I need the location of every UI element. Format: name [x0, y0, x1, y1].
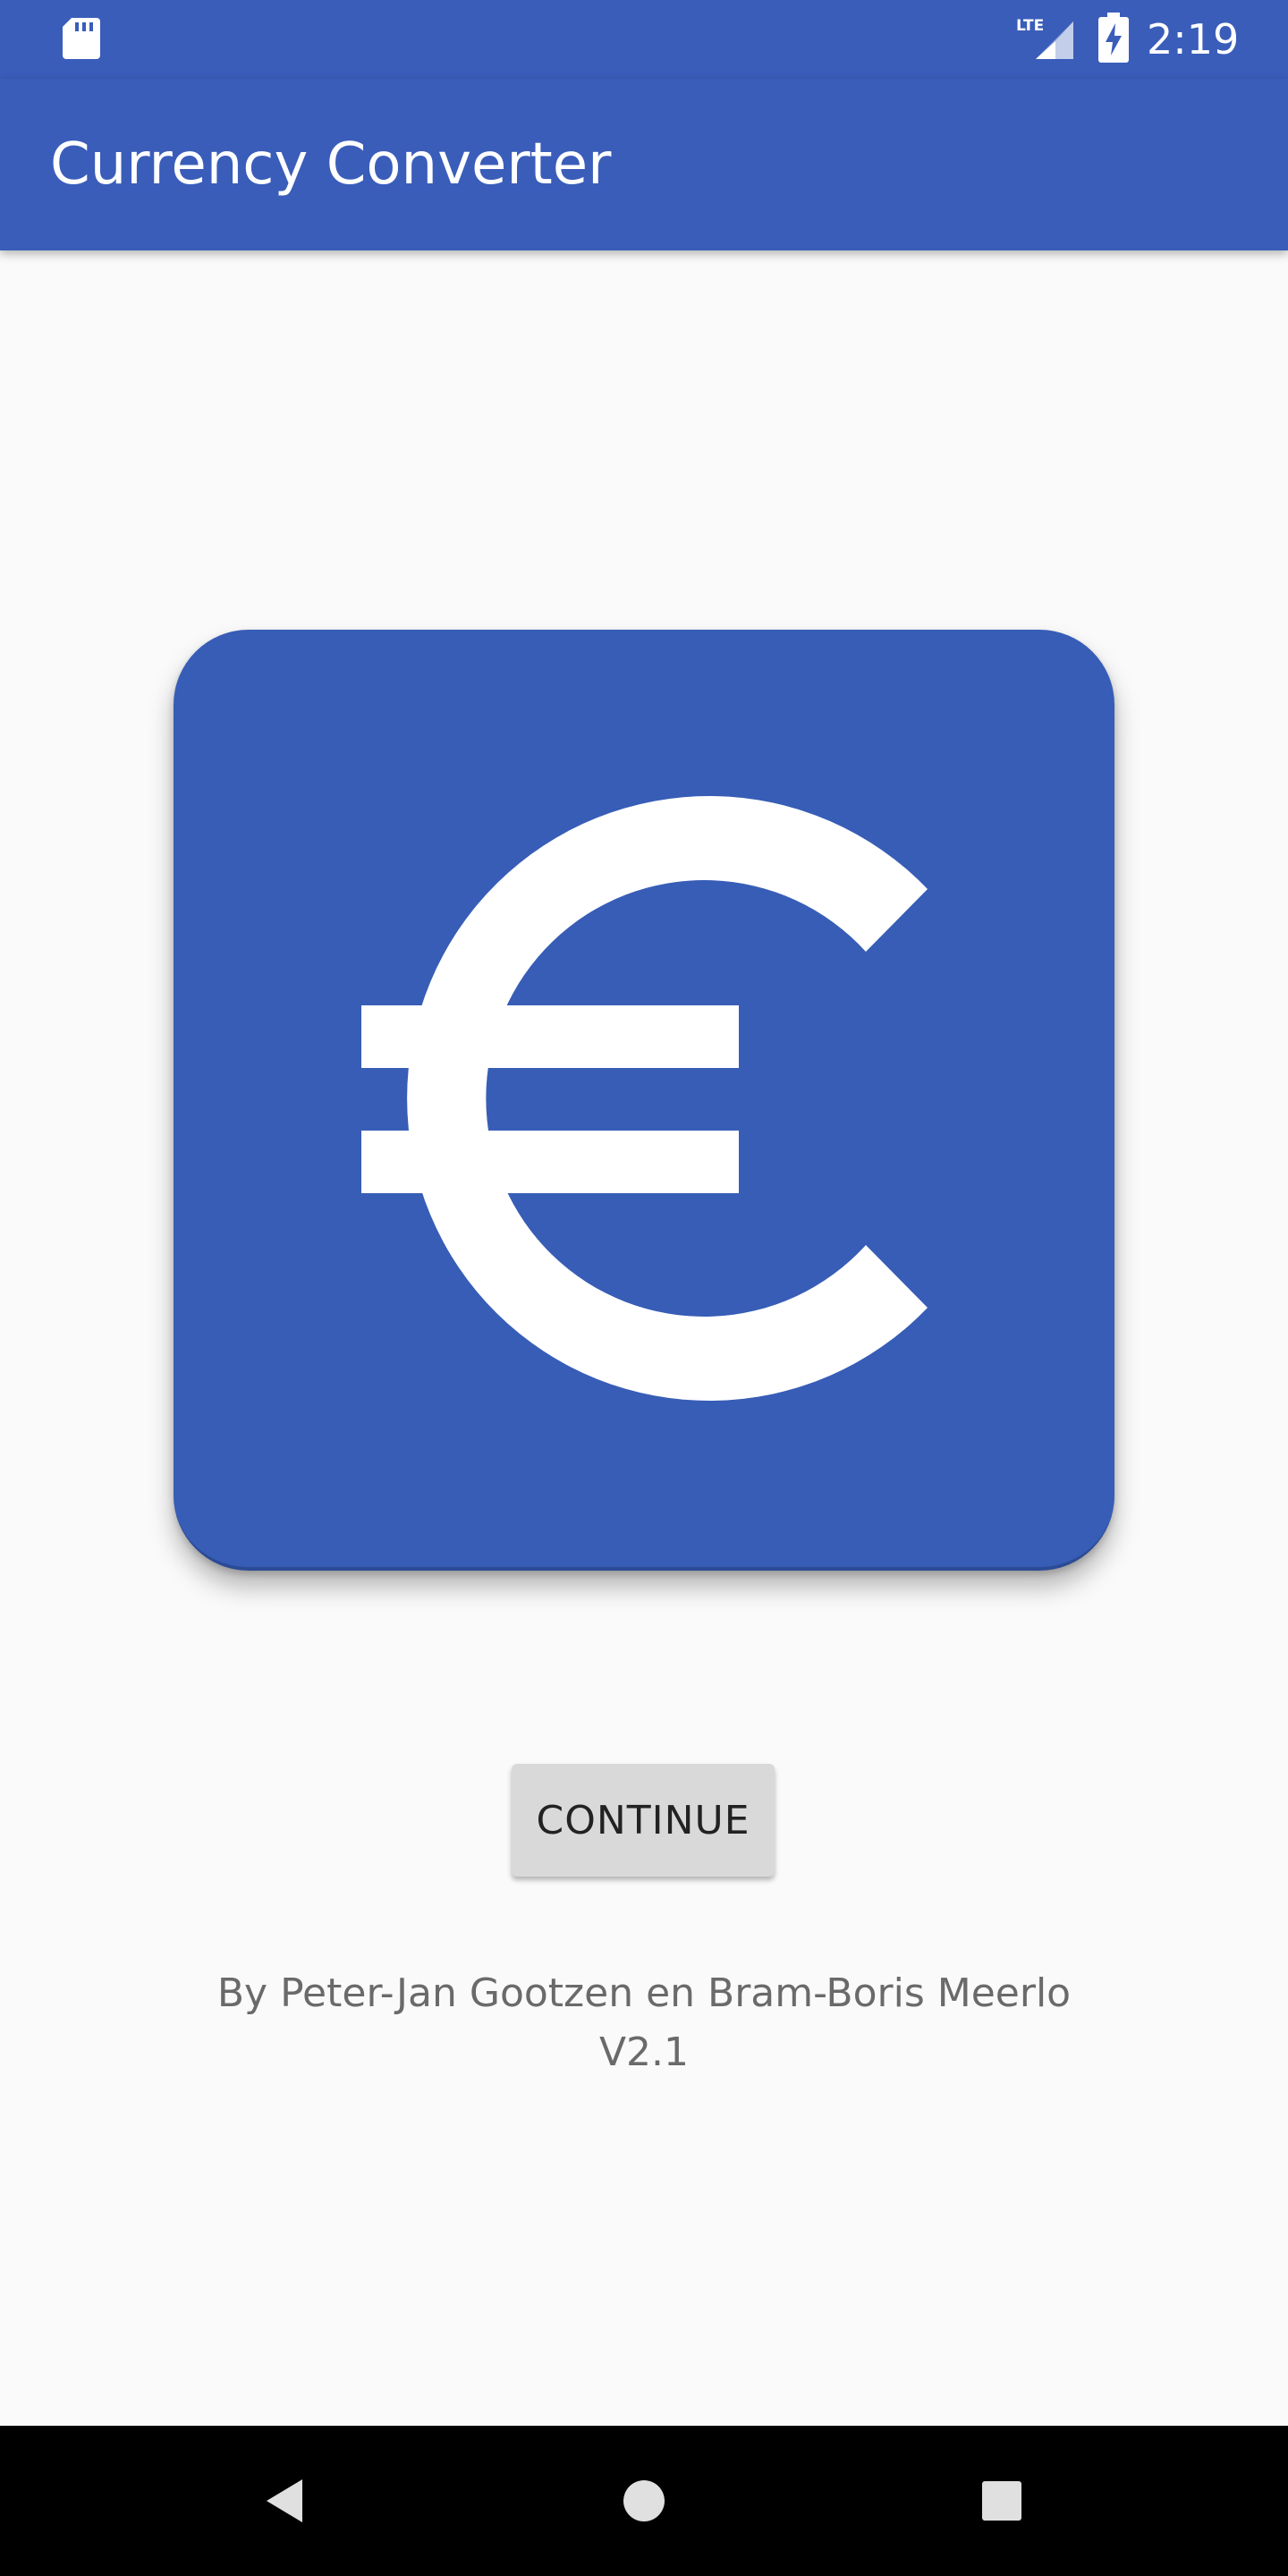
- continue-button[interactable]: CONTINUE: [512, 1764, 775, 1877]
- home-icon[interactable]: [608, 2465, 680, 2537]
- euro-icon: [361, 796, 928, 1401]
- app-title: Currency Converter: [50, 131, 612, 198]
- back-icon[interactable]: [250, 2465, 322, 2537]
- app-logo: [174, 630, 1114, 1571]
- app-screen: LTE 2:19 Currency Converter CONTINUE By …: [0, 0, 1288, 2576]
- status-time: 2:19: [1147, 15, 1240, 64]
- app-bar: Currency Converter: [0, 79, 1288, 250]
- lte-signal-icon: LTE: [1016, 17, 1073, 59]
- version-label: V2.1: [598, 2029, 690, 2075]
- status-bar: LTE 2:19: [0, 0, 1288, 79]
- sd-card-icon: [63, 18, 100, 59]
- network-type-label: LTE: [1016, 17, 1044, 35]
- recents-icon[interactable]: [966, 2465, 1038, 2537]
- navigation-bar: [0, 2426, 1288, 2576]
- credits-authors: By Peter-Jan Gootzen en Bram-Boris Meerl…: [216, 1970, 1072, 2016]
- credits: By Peter-Jan Gootzen en Bram-Boris Meerl…: [0, 1964, 1288, 2082]
- battery-charging-icon: [1098, 13, 1129, 63]
